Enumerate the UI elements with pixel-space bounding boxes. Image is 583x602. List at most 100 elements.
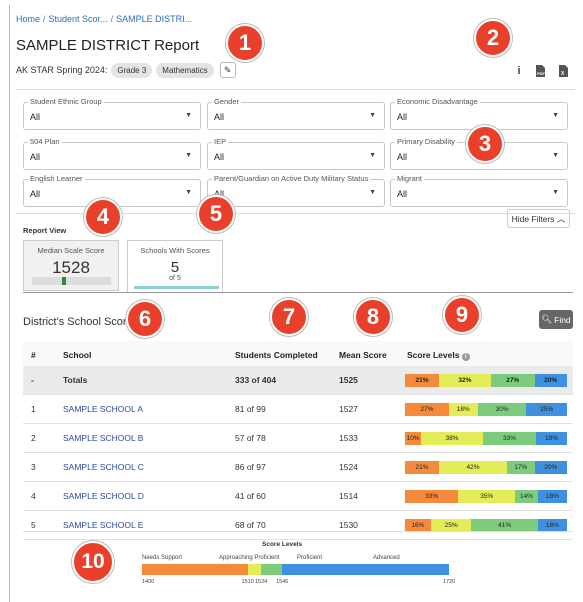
- grade-chip: Grade 3: [111, 62, 153, 78]
- hide-filters-button[interactable]: Hide Filters ︿: [507, 209, 570, 228]
- report-view-label: Report View: [23, 226, 67, 235]
- score-level-segment: 27%: [405, 403, 449, 416]
- cell-completed: 333 of 404: [235, 375, 277, 385]
- find-button[interactable]: 🔍︎ Find: [539, 310, 573, 329]
- edit-assessment-button[interactable]: ✎: [219, 62, 236, 78]
- callout-marker: 3: [466, 125, 504, 163]
- legend-label-needs-support: Needs Support: [142, 555, 183, 561]
- median-score-value: 1528: [52, 258, 90, 277]
- info-icon[interactable]: i: [461, 353, 470, 361]
- median-score-title: Median Scale Score: [37, 246, 105, 255]
- score-level-segment: 30%: [477, 403, 527, 416]
- caret-down-icon: ▼: [552, 152, 559, 159]
- cell-mean: 1525: [339, 375, 358, 385]
- score-level-segment: 18%: [537, 490, 567, 503]
- cell-num: 5: [31, 520, 36, 530]
- legend-segment: [247, 564, 261, 575]
- score-level-segment: 18%: [448, 403, 478, 416]
- pencil-icon: ✎: [223, 64, 232, 75]
- legend-tick-label: 1400: [142, 579, 155, 585]
- filter-label: English Learner: [28, 174, 85, 183]
- legend-label-approaching: Approaching Proficient: [219, 555, 280, 561]
- score-levels-bar: 21% 32% 27% 20%: [405, 374, 567, 387]
- score-level-segment: 14%: [515, 490, 538, 503]
- totals-row: - Totals 333 of 404 1525 21% 32% 27% 20%: [23, 366, 573, 395]
- cell-school[interactable]: SAMPLE SCHOOL B: [63, 433, 143, 443]
- score-level-segment: 21%: [405, 374, 440, 387]
- caret-down-icon: ▼: [552, 112, 559, 119]
- excel-icon: X: [559, 65, 568, 77]
- svg-text:PDF: PDF: [537, 71, 545, 76]
- breadcrumb-home[interactable]: Home: [16, 14, 40, 24]
- cell-num: 1: [31, 404, 36, 414]
- score-level-segment: 27%: [490, 374, 535, 387]
- legend-title: Score Levels: [262, 541, 303, 548]
- filter-value: All: [214, 152, 225, 162]
- table-row: 5 SAMPLE SCHOOL E 68 of 70 1530 16% 25% 41% 18%: [23, 511, 573, 540]
- info-button[interactable]: i: [511, 63, 527, 79]
- score-level-segment: 19%: [536, 432, 567, 445]
- caret-down-icon: ▼: [369, 189, 376, 196]
- schools-with-scores-card[interactable]: Schools With Scores 5 of 5: [127, 240, 223, 293]
- caret-down-icon: ▼: [369, 152, 376, 159]
- filter-migrant[interactable]: Migrant All ▼: [390, 174, 568, 207]
- score-level-segment: 20%: [534, 461, 567, 474]
- score-level-segment: 33%: [405, 490, 459, 503]
- col-header-completed: Students Completed: [235, 350, 318, 360]
- score-levels-label: Score Levels: [407, 350, 460, 360]
- filter-value: All: [30, 152, 41, 162]
- filter-504-plan[interactable]: 504 Plan All ▼: [23, 137, 201, 170]
- cell-completed: 86 of 97: [235, 462, 266, 472]
- legend-segment: [282, 564, 449, 575]
- assessment-label: AK STAR Spring 2024:: [16, 65, 108, 75]
- search-icon: 🔍︎: [541, 314, 553, 324]
- cell-school[interactable]: SAMPLE SCHOOL E: [63, 520, 143, 530]
- filter-label: 504 Plan: [28, 137, 62, 146]
- callout-marker: 10: [72, 541, 114, 583]
- cell-completed: 68 of 70: [235, 520, 266, 530]
- col-header-school: School: [63, 350, 92, 360]
- median-score-bar: [32, 277, 111, 285]
- filter-value: All: [30, 112, 41, 122]
- score-levels-bar: 27% 18% 30% 25%: [405, 403, 567, 416]
- cell-num: 4: [31, 491, 36, 501]
- selected-indicator: [134, 286, 219, 289]
- pdf-export-button[interactable]: PDF: [532, 63, 548, 79]
- score-levels-bar: 33% 35% 14% 18%: [405, 490, 567, 503]
- hide-filters-label: Hide Filters: [511, 213, 555, 224]
- legend-label-proficient: Proficient: [297, 555, 323, 561]
- cell-mean: 1524: [339, 462, 358, 472]
- filter-ethnic-group[interactable]: Student Ethnic Group All ▼: [23, 97, 201, 130]
- filter-iep[interactable]: IEP All ▼: [207, 137, 385, 170]
- cell-mean: 1527: [339, 404, 358, 414]
- filter-military-status[interactable]: Parent/Guardian on Active Duty Military …: [207, 174, 385, 207]
- cell-school[interactable]: SAMPLE SCHOOL C: [63, 462, 144, 472]
- callout-marker: 9: [443, 296, 481, 334]
- legend-tick-label: 1720: [443, 579, 456, 585]
- cell-school[interactable]: SAMPLE SCHOOL A: [63, 404, 143, 414]
- table-row: 4 SAMPLE SCHOOL D 41 of 60 1514 33% 35% 14% 18%: [23, 482, 573, 511]
- score-level-segment: 25%: [526, 403, 567, 416]
- callout-marker: 6: [126, 300, 164, 338]
- median-score-card[interactable]: Median Scale Score 1528: [23, 240, 119, 291]
- filter-value: All: [214, 112, 225, 122]
- callout-marker: 8: [354, 298, 392, 336]
- filter-label: Economic Disadvantage: [395, 97, 480, 106]
- legend-tick-label: 1546: [276, 579, 289, 585]
- page-title: SAMPLE DISTRICT Report: [16, 37, 200, 54]
- cell-completed: 81 of 99: [235, 404, 266, 414]
- cell-mean: 1530: [339, 520, 358, 530]
- excel-export-button[interactable]: X: [555, 63, 571, 79]
- filter-gender[interactable]: Gender All ▼: [207, 97, 385, 130]
- filter-value: All: [397, 189, 408, 199]
- filter-value: All: [397, 112, 408, 122]
- breadcrumb-district[interactable]: SAMPLE DISTRI...: [116, 14, 192, 24]
- score-level-segment: 20%: [534, 374, 567, 387]
- score-level-segment: 33%: [482, 432, 537, 445]
- cell-school[interactable]: SAMPLE SCHOOL D: [63, 491, 144, 501]
- caret-down-icon: ▼: [185, 112, 192, 119]
- filter-label: Student Ethnic Group: [28, 97, 104, 106]
- table-row: 1 SAMPLE SCHOOL A 81 of 99 1527 27% 18% 30% 25%: [23, 395, 573, 424]
- breadcrumb-student-scores[interactable]: Student Scor...: [49, 14, 108, 24]
- find-label: Find: [554, 314, 571, 325]
